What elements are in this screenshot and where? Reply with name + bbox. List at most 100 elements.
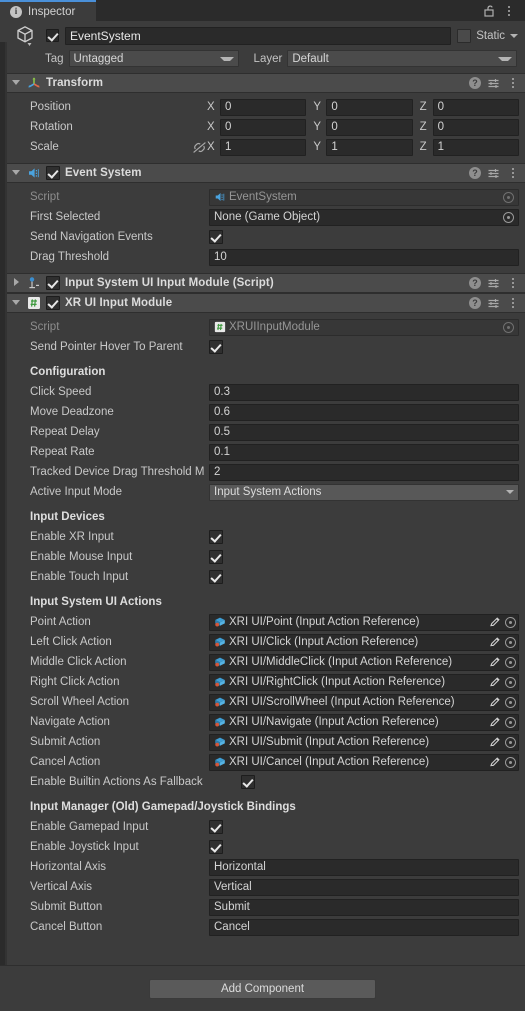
property-dropdown[interactable]: Input System Actions — [209, 483, 519, 501]
object-field[interactable]: None (Game Object) — [209, 208, 519, 226]
pencil-icon[interactable] — [488, 636, 501, 649]
gameobject-name-input[interactable]: EventSystem — [65, 26, 452, 45]
object-picker-icon[interactable] — [503, 211, 514, 223]
vector-field-z[interactable]: 1 — [432, 138, 519, 156]
inspector-scroll-body[interactable]: EventSystem Static Tag Untagged Layer De… — [0, 21, 525, 965]
text-field[interactable]: 0.3 — [209, 383, 519, 401]
text-field[interactable]: Horizontal — [209, 858, 519, 876]
text-field[interactable]: 2 — [209, 463, 519, 481]
help-icon[interactable]: ? — [469, 277, 481, 289]
pencil-icon[interactable] — [488, 756, 501, 769]
vector-field-x[interactable]: 0 — [220, 118, 307, 136]
chevron-down-icon — [506, 490, 514, 494]
kebab-menu-icon[interactable] — [500, 2, 518, 20]
preset-icon[interactable] — [487, 277, 500, 290]
text-field[interactable]: 0.5 — [209, 423, 519, 441]
gameobject-enabled-checkbox[interactable] — [46, 29, 59, 42]
kebab-menu-icon[interactable] — [506, 294, 519, 312]
action-reference-field[interactable]: XRI UI/ScrollWheel (Input Action Referen… — [209, 693, 519, 711]
object-picker-icon[interactable] — [505, 736, 516, 748]
text-field[interactable]: Submit — [209, 898, 519, 916]
vector-field-y[interactable]: 0 — [326, 98, 413, 116]
property-checkbox[interactable] — [209, 820, 223, 834]
vector-field-x[interactable]: 1 — [220, 138, 307, 156]
object-picker-icon[interactable] — [505, 716, 516, 728]
object-field[interactable]: EventSystem — [209, 188, 519, 206]
property-checkbox[interactable] — [209, 530, 223, 544]
pencil-icon[interactable] — [488, 716, 501, 729]
object-picker-icon[interactable] — [505, 676, 516, 688]
action-reference-field[interactable]: XRI UI/Point (Input Action Reference) — [209, 613, 519, 631]
property-checkbox[interactable] — [241, 775, 255, 789]
object-picker-icon[interactable] — [505, 616, 516, 628]
pencil-icon[interactable] — [488, 656, 501, 669]
kebab-menu-icon[interactable] — [506, 274, 519, 292]
pencil-icon[interactable] — [488, 676, 501, 689]
vector-field-y[interactable]: 0 — [326, 118, 413, 136]
property-row: Active Input Mode Input System Actions — [13, 482, 519, 502]
kebab-menu-icon[interactable] — [506, 164, 519, 182]
component-header-event-system[interactable]: Event System? — [7, 163, 525, 183]
preset-icon[interactable] — [487, 77, 500, 90]
action-reference-field[interactable]: XRI UI/RightClick (Input Action Referenc… — [209, 673, 519, 691]
property-label: Left Click Action — [30, 636, 112, 648]
help-icon[interactable]: ? — [469, 167, 481, 179]
component-header-transform[interactable]: Transform? — [7, 73, 525, 93]
text-field[interactable]: 0.1 — [209, 443, 519, 461]
vector-field-z[interactable]: 0 — [432, 98, 519, 116]
property-checkbox[interactable] — [209, 840, 223, 854]
chevron-down-icon[interactable] — [11, 78, 22, 89]
chevron-down-icon[interactable] — [11, 298, 22, 309]
component-enabled-checkbox[interactable] — [46, 166, 60, 180]
lock-open-icon[interactable] — [480, 2, 498, 20]
text-field[interactable]: Vertical — [209, 878, 519, 896]
object-picker-icon[interactable] — [505, 656, 516, 668]
pencil-icon[interactable] — [488, 736, 501, 749]
object-picker-icon[interactable] — [503, 321, 514, 333]
static-checkbox[interactable] — [457, 28, 472, 43]
preset-icon[interactable] — [487, 297, 500, 310]
action-reference-field[interactable]: XRI UI/Cancel (Input Action Reference) — [209, 753, 519, 771]
property-label: Enable Builtin Actions As Fallback — [30, 776, 203, 788]
vector-field-x[interactable]: 0 — [220, 98, 307, 116]
object-picker-icon[interactable] — [505, 696, 516, 708]
component-header-xr-ui-input-module[interactable]: XR UI Input Module? — [7, 293, 525, 313]
action-reference-field[interactable]: XRI UI/Click (Input Action Reference) — [209, 633, 519, 651]
object-field[interactable]: XRUIInputModule — [209, 318, 519, 336]
vector-field-value: 0 — [437, 101, 445, 113]
add-component-button[interactable]: Add Component — [149, 978, 376, 999]
object-picker-icon[interactable] — [503, 191, 514, 203]
vector-field-y[interactable]: 1 — [326, 138, 413, 156]
property-checkbox[interactable] — [209, 340, 223, 354]
help-icon[interactable]: ? — [469, 297, 481, 309]
pencil-icon[interactable] — [488, 696, 501, 709]
preset-icon[interactable] — [487, 167, 500, 180]
layer-dropdown[interactable]: Default — [287, 50, 517, 67]
property-checkbox[interactable] — [209, 550, 223, 564]
object-picker-icon[interactable] — [505, 756, 516, 768]
help-icon[interactable]: ? — [469, 77, 481, 89]
input-action-ref-icon — [214, 716, 226, 728]
pencil-icon[interactable] — [488, 616, 501, 629]
component-header-input-system-ui-input-module[interactable]: Input System UI Input Module (Script)? — [7, 273, 525, 293]
property-checkbox[interactable] — [209, 570, 223, 584]
static-dropdown-caret-icon[interactable] — [510, 33, 518, 38]
object-picker-icon[interactable] — [505, 636, 516, 648]
vector-field-z[interactable]: 0 — [432, 118, 519, 136]
action-reference-field[interactable]: XRI UI/MiddleClick (Input Action Referen… — [209, 653, 519, 671]
text-field[interactable]: Cancel — [209, 918, 519, 936]
property-checkbox[interactable] — [209, 230, 223, 244]
tab-inspector[interactable]: i Inspector — [0, 0, 96, 21]
text-field[interactable]: 10 — [209, 248, 519, 266]
constrained-proportions-toggle[interactable] — [191, 140, 207, 155]
property-row: Vertical Axis Vertical — [13, 877, 519, 897]
chevron-right-icon[interactable] — [11, 277, 22, 289]
component-enabled-checkbox[interactable] — [46, 296, 60, 310]
text-field[interactable]: 0.6 — [209, 403, 519, 421]
kebab-menu-icon[interactable] — [506, 74, 519, 92]
action-reference-field[interactable]: XRI UI/Submit (Input Action Reference) — [209, 733, 519, 751]
chevron-down-icon[interactable] — [11, 168, 22, 179]
action-reference-field[interactable]: XRI UI/Navigate (Input Action Reference) — [209, 713, 519, 731]
tag-dropdown[interactable]: Untagged — [68, 50, 239, 67]
component-enabled-checkbox[interactable] — [46, 276, 60, 290]
